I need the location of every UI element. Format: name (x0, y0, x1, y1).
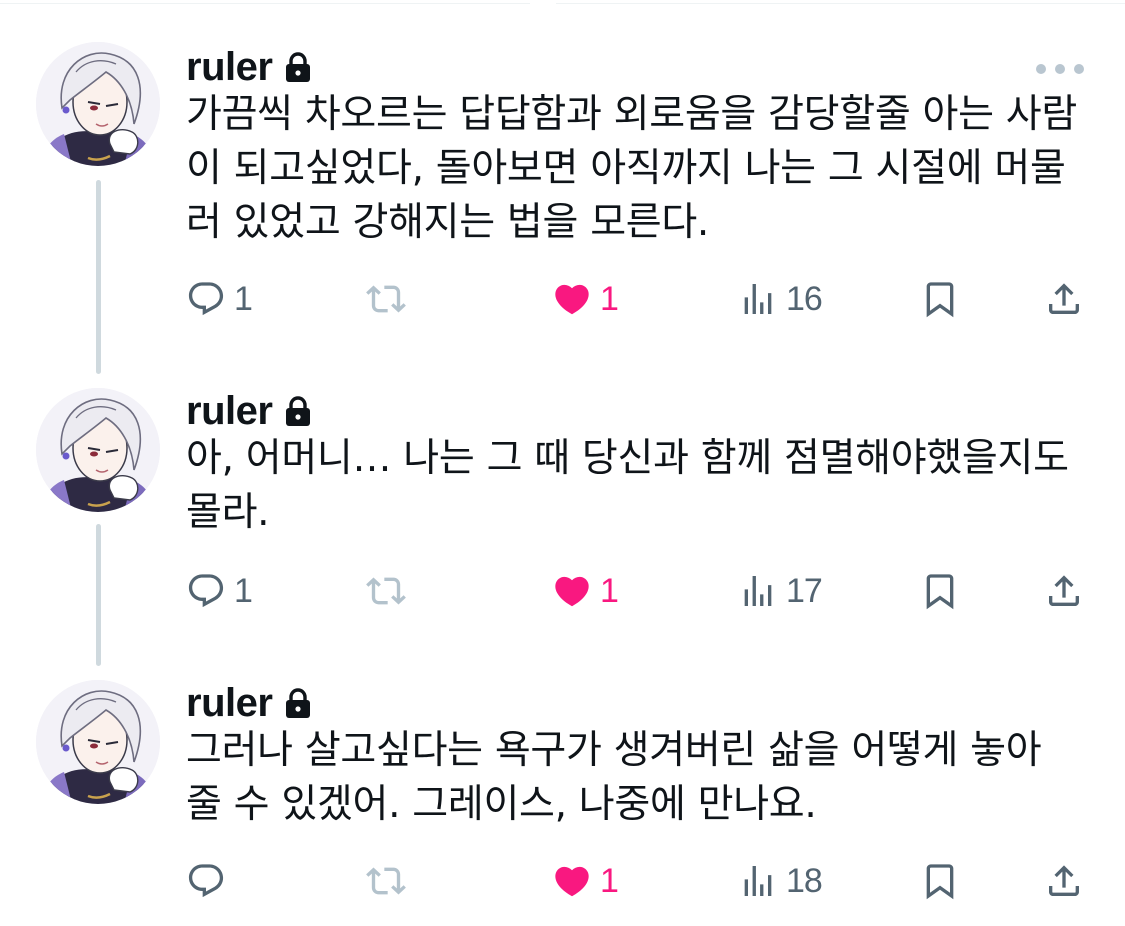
like-button[interactable]: 1 (552, 566, 619, 616)
like-count: 1 (600, 571, 619, 610)
views-count: 16 (786, 279, 823, 318)
heart-icon (555, 866, 589, 897)
reply-count: 1 (234, 279, 253, 318)
like-count: 1 (600, 279, 619, 318)
tweet-actions: 1 1 16 (0, 274, 1125, 324)
avatar[interactable] (36, 42, 160, 166)
tweet-text: 가끔씩 차오르는 답답함과 외로움을 감당할줄 아는 사람 이 되고싶었다, 돌… (186, 88, 1086, 250)
like-button[interactable]: 1 (552, 856, 619, 906)
retweet-icon (366, 867, 406, 895)
author-name[interactable]: ruler (186, 389, 273, 434)
lock-icon (286, 52, 311, 82)
share-button[interactable] (1044, 566, 1084, 616)
retweet-icon (366, 285, 406, 313)
views-icon (744, 284, 772, 314)
tweet-text: 아, 어머니… 나는 그 때 당신과 함께 점멸해야했을지도 몰라. (186, 432, 1086, 540)
views-button[interactable]: 18 (738, 856, 823, 906)
share-icon (1049, 865, 1079, 896)
reply-icon (188, 864, 224, 898)
views-button[interactable]: 16 (738, 274, 823, 324)
share-button[interactable] (1044, 274, 1084, 324)
bookmark-button[interactable] (920, 566, 960, 616)
tweet-header: ruler (186, 678, 312, 728)
tweet-actions: 1 18 (0, 856, 1125, 906)
author-name[interactable]: ruler (186, 681, 273, 726)
like-count: 1 (600, 861, 619, 900)
like-button[interactable]: 1 (552, 274, 619, 324)
share-icon (1049, 283, 1079, 314)
heart-icon (555, 284, 589, 315)
tweet-header: ruler (186, 386, 312, 436)
tweet-text-line: 러 있었고 강해지는 법을 모른다. (186, 200, 710, 245)
views-icon (744, 576, 772, 606)
views-count: 17 (786, 571, 823, 610)
reply-button[interactable]: 1 (186, 274, 253, 324)
lock-icon (286, 688, 311, 718)
top-divider (0, 0, 1125, 6)
heart-icon (555, 576, 589, 607)
reply-button[interactable] (186, 856, 234, 906)
retweet-button[interactable] (366, 856, 414, 906)
lock-icon (286, 396, 311, 426)
tweet-text-line: 가끔씩 차오르는 답답함과 외로움을 감당할줄 아는 사람 (186, 92, 1077, 137)
retweet-button[interactable] (366, 274, 414, 324)
avatar[interactable] (36, 680, 160, 804)
reply-count: 1 (234, 571, 253, 610)
bookmark-button[interactable] (920, 274, 960, 324)
avatar[interactable] (36, 388, 160, 512)
more-icon[interactable] (1036, 62, 1084, 76)
tweet-text-line: 그러나 살고싶다는 욕구가 생겨버린 삶을 어떻게 놓아 (186, 728, 1042, 773)
tweet-text-line: 아, 어머니… 나는 그 때 당신과 함께 점멸해야했을지도 (186, 436, 1069, 481)
views-button[interactable]: 17 (738, 566, 823, 616)
share-button[interactable] (1044, 856, 1084, 906)
reply-icon (188, 282, 224, 316)
reply-icon (188, 574, 224, 608)
share-icon (1049, 575, 1079, 606)
reply-button[interactable]: 1 (186, 566, 253, 616)
views-count: 18 (786, 861, 823, 900)
retweet-button[interactable] (366, 566, 414, 616)
bookmark-icon (926, 864, 954, 900)
tweet-header: ruler (186, 42, 312, 92)
tweet-text-line: 줄 수 있겠어. 그레이스, 나중에 만나요. (186, 782, 817, 827)
views-icon (744, 866, 772, 896)
bookmark-icon (926, 282, 954, 318)
author-name[interactable]: ruler (186, 45, 273, 90)
retweet-icon (366, 577, 406, 605)
tweet-actions: 1 1 17 (0, 566, 1125, 616)
tweet-text-line: 이 되고싶었다, 돌아보면 아직까지 나는 그 시절에 머물 (186, 146, 1066, 191)
bookmark-icon (926, 574, 954, 610)
bookmark-button[interactable] (920, 856, 960, 906)
tweet-text: 그러나 살고싶다는 욕구가 생겨버린 삶을 어떻게 놓아 줄 수 있겠어. 그레… (186, 724, 1086, 832)
tweet-text-line: 몰라. (186, 490, 270, 535)
